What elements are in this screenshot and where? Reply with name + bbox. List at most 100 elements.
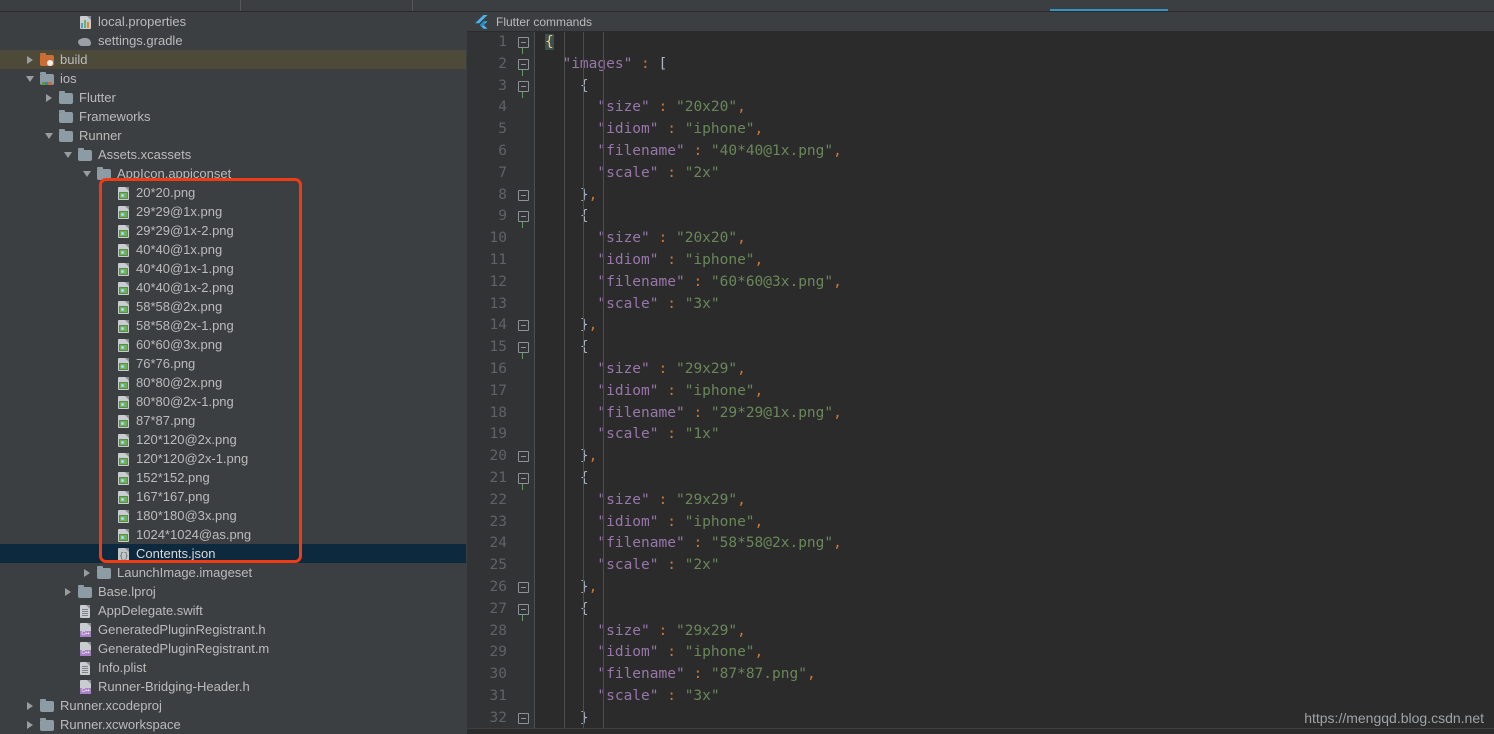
tree-item-label: Runner.xcworkspace bbox=[60, 717, 181, 732]
code-editor[interactable]: 1 2 3 4 5 6 7 8 9 10 11 12 13 14 15 16 17 18 19 20 21 22 23 24 2… bbox=[467, 32, 1494, 734]
tree-item-1024-1024-as-png[interactable]: 1024*1024@as.png bbox=[0, 525, 466, 544]
png-icon bbox=[115, 242, 131, 258]
fold-collapse-icon[interactable] bbox=[518, 80, 529, 92]
code-line: "scale" : "3x" bbox=[597, 295, 720, 312]
fold-collapse-icon[interactable] bbox=[518, 581, 529, 593]
fold-marker-row bbox=[513, 294, 534, 316]
tree-item-generatedpluginregistrant-h[interactable]: C++ GeneratedPluginRegistrant.h bbox=[0, 620, 466, 639]
chevron-down-icon[interactable] bbox=[63, 149, 74, 160]
fold-marker-row[interactable] bbox=[513, 468, 534, 490]
chevron-down-icon[interactable] bbox=[25, 73, 36, 84]
fold-marker-row[interactable] bbox=[513, 708, 534, 730]
tree-item-runner-bridging-header-h[interactable]: C++ Runner-Bridging-Header.h bbox=[0, 677, 466, 696]
tree-item-label: Base.lproj bbox=[98, 584, 156, 599]
tree-item-40-40-1x-png[interactable]: 40*40@1x.png bbox=[0, 240, 466, 259]
fold-marker-row[interactable] bbox=[513, 76, 534, 98]
tree-item-180-180-3x-png[interactable]: 180*180@3x.png bbox=[0, 506, 466, 525]
tree-item-runner-xcodeproj[interactable]: Runner.xcodeproj bbox=[0, 696, 466, 715]
chevron-right-icon[interactable] bbox=[44, 92, 55, 103]
tree-item-58-58-2x-png[interactable]: 58*58@2x.png bbox=[0, 297, 466, 316]
png-icon bbox=[115, 223, 131, 239]
tree-item-76-76-png[interactable]: 76*76.png bbox=[0, 354, 466, 373]
tree-item-120-120-2x-png[interactable]: 120*120@2x.png bbox=[0, 430, 466, 449]
tree-item-label: settings.gradle bbox=[98, 33, 183, 48]
tree-item-label: build bbox=[60, 52, 88, 67]
horizontal-scrollbar[interactable] bbox=[467, 728, 1494, 734]
fold-marker-row[interactable] bbox=[513, 185, 534, 207]
tree-item-local-properties[interactable]: local.properties bbox=[0, 12, 466, 31]
line-number: 3 bbox=[498, 77, 507, 94]
tree-item-40-40-1x-2-png[interactable]: 40*40@1x-2.png bbox=[0, 278, 466, 297]
code-text-area[interactable]: { "images" : [ { "size" : "20x20", "idio… bbox=[535, 32, 1494, 734]
tree-item-167-167-png[interactable]: 167*167.png bbox=[0, 487, 466, 506]
tree-item-contents-json[interactable]: {} Contents.json bbox=[0, 544, 466, 563]
fold-marker-row[interactable] bbox=[513, 577, 534, 599]
tree-item-flutter[interactable]: Flutter bbox=[0, 88, 466, 107]
tree-item-20-20-png[interactable]: 20*20.png bbox=[0, 183, 466, 202]
chevron-right-icon[interactable] bbox=[63, 586, 74, 597]
tree-item-frameworks[interactable]: Frameworks bbox=[0, 107, 466, 126]
fold-marker-row[interactable] bbox=[513, 206, 534, 229]
png-icon bbox=[115, 527, 131, 543]
fold-marker-row[interactable] bbox=[513, 315, 534, 337]
tree-item-152-152-png[interactable]: 152*152.png bbox=[0, 468, 466, 487]
fold-collapse-icon[interactable] bbox=[518, 211, 529, 223]
tree-item-appicon-appiconset[interactable]: AppIcon.appiconset bbox=[0, 164, 466, 183]
chevron-down-icon[interactable] bbox=[82, 168, 93, 179]
tree-item-80-80-2x-png[interactable]: 80*80@2x.png bbox=[0, 373, 466, 392]
tree-item-settings-gradle[interactable]: settings.gradle bbox=[0, 31, 466, 50]
fold-marker-row[interactable] bbox=[513, 599, 534, 621]
tree-item-runner-xcworkspace[interactable]: Runner.xcworkspace bbox=[0, 715, 466, 734]
chevron-right-icon[interactable] bbox=[25, 54, 36, 65]
fold-collapse-icon[interactable] bbox=[518, 342, 529, 354]
tree-item-58-58-2x-1-png[interactable]: 58*58@2x-1.png bbox=[0, 316, 466, 335]
fold-collapse-icon[interactable] bbox=[518, 58, 529, 70]
header-icon: C++ bbox=[77, 679, 93, 695]
fold-collapse-icon[interactable] bbox=[518, 712, 529, 724]
tree-item-launchimage-imageset[interactable]: LaunchImage.imageset bbox=[0, 563, 466, 582]
tree-item-info-plist[interactable]: Info.plist bbox=[0, 658, 466, 677]
fold-collapse-icon[interactable] bbox=[518, 320, 529, 332]
tree-item-generatedpluginregistrant-m[interactable]: C++ GeneratedPluginRegistrant.m bbox=[0, 639, 466, 658]
fold-marker-row bbox=[513, 686, 534, 708]
fold-collapse-icon[interactable] bbox=[518, 603, 529, 615]
tree-item-label: 60*60@3x.png bbox=[136, 337, 223, 352]
fold-marker-row[interactable] bbox=[513, 337, 534, 360]
code-line: "idiom" : "iphone", bbox=[597, 513, 764, 530]
tree-item-build[interactable]: build bbox=[0, 50, 466, 69]
tree-item-base-lproj[interactable]: Base.lproj bbox=[0, 582, 466, 601]
line-number: 21 bbox=[489, 469, 507, 486]
fold-marker-row[interactable] bbox=[513, 54, 534, 76]
tree-item-120-120-2x-1-png[interactable]: 120*120@2x-1.png bbox=[0, 449, 466, 468]
tree-item-ios[interactable]: ios bbox=[0, 69, 466, 88]
tree-item-29-29-1x-2-png[interactable]: 29*29@1x-2.png bbox=[0, 221, 466, 240]
tree-item-29-29-1x-png[interactable]: 29*29@1x.png bbox=[0, 202, 466, 221]
tree-item-assets-xcassets[interactable]: Assets.xcassets bbox=[0, 145, 466, 164]
code-line: "idiom" : "iphone", bbox=[597, 382, 764, 399]
fold-marker-row[interactable] bbox=[513, 32, 534, 54]
fold-collapse-icon[interactable] bbox=[518, 189, 529, 201]
tree-item-appdelegate-swift[interactable]: AppDelegate.swift bbox=[0, 601, 466, 620]
chevron-right-icon[interactable] bbox=[25, 700, 36, 711]
editor-tab-bar[interactable]: Flutter commands bbox=[467, 12, 1494, 32]
tree-item-40-40-1x-1-png[interactable]: 40*40@1x-1.png bbox=[0, 259, 466, 278]
tree-item-80-80-2x-1-png[interactable]: 80*80@2x-1.png bbox=[0, 392, 466, 411]
code-line: "idiom" : "iphone", bbox=[597, 121, 764, 138]
tree-item-87-87-png[interactable]: 87*87.png bbox=[0, 411, 466, 430]
chevron-right-icon[interactable] bbox=[82, 567, 93, 578]
line-number: 19 bbox=[489, 426, 507, 443]
fold-marker-row[interactable] bbox=[513, 446, 534, 468]
fold-collapse-icon[interactable] bbox=[518, 451, 529, 463]
project-tree-panel[interactable]: local.properties settings.gradle build ios F… bbox=[0, 12, 466, 734]
fold-collapse-icon[interactable] bbox=[518, 37, 529, 48]
chevron-down-icon[interactable] bbox=[44, 130, 55, 141]
chevron-right-icon[interactable] bbox=[25, 719, 36, 730]
tree-item-60-60-3x-png[interactable]: 60*60@3x.png bbox=[0, 335, 466, 354]
fold-marker-row bbox=[513, 512, 534, 534]
code-folding-gutter[interactable] bbox=[513, 32, 535, 734]
fold-collapse-icon[interactable] bbox=[518, 472, 529, 484]
tree-item-runner[interactable]: Runner bbox=[0, 126, 466, 145]
